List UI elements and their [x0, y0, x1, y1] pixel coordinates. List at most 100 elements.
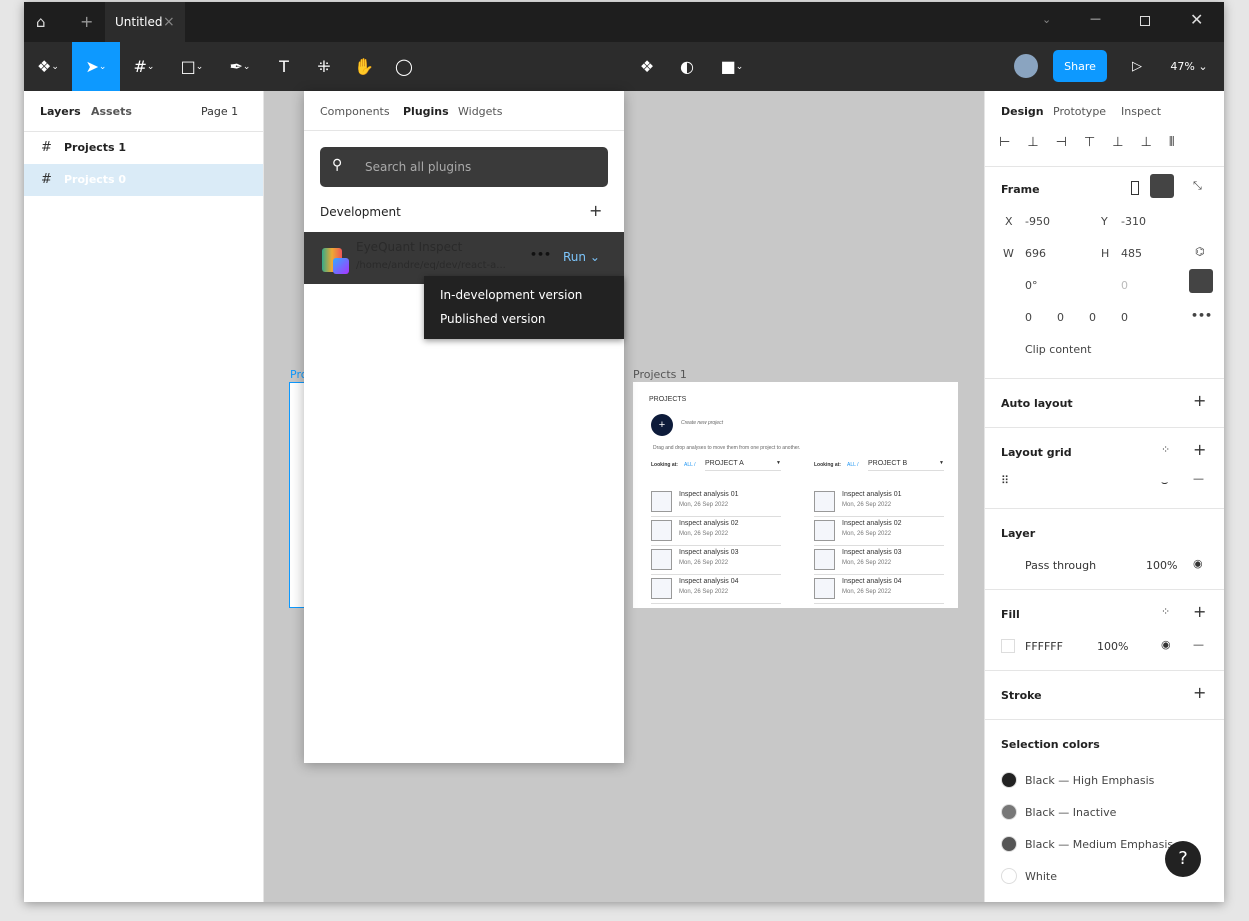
remove-icon[interactable]: — [1193, 638, 1204, 651]
fill-swatch[interactable] [1001, 639, 1015, 653]
search-plugins-input[interactable]: ⚲ Search all plugins [320, 147, 608, 187]
search-placeholder: Search all plugins [365, 160, 472, 174]
resources-icon[interactable]: ⁜ [304, 42, 344, 91]
home-icon[interactable]: ⌂ [36, 13, 46, 31]
project-name: PROJECT B [868, 460, 908, 467]
present-icon[interactable]: ▷ [1119, 42, 1155, 91]
layer-opacity-input[interactable]: 100% [1146, 559, 1177, 572]
analysis-thumbnail [814, 578, 835, 599]
tab-layers[interactable]: Layers [40, 105, 81, 118]
selection-color-item[interactable]: Black — High Emphasis [985, 768, 1224, 792]
close-window-icon[interactable]: ✕ [1190, 10, 1203, 29]
blend-mode-dropdown[interactable]: Pass through [1025, 559, 1096, 572]
close-tab-icon[interactable]: × [163, 14, 175, 30]
tab-untitled[interactable]: Untitled × [105, 2, 185, 42]
h-input[interactable]: 485 [1121, 247, 1142, 260]
w-input[interactable]: 696 [1025, 247, 1046, 260]
add-icon[interactable]: + [1193, 391, 1206, 410]
corner-input[interactable]: 0 [1025, 311, 1032, 324]
add-plugin-icon[interactable]: + [589, 201, 602, 220]
fill-opacity-input[interactable]: 100% [1097, 640, 1128, 653]
analysis-date: Mon, 26 Sep 2022 [679, 502, 729, 508]
tab-assets[interactable]: Assets [91, 105, 132, 118]
analysis-thumbnail [814, 549, 835, 570]
selection-color-item[interactable]: Black — Inactive [985, 800, 1224, 824]
create-project-button: + [651, 414, 673, 436]
tab-plugins[interactable]: Plugins [403, 105, 449, 118]
move-tool-icon[interactable]: ➤ ⌄ [72, 42, 120, 91]
boolean-icon[interactable]: ■ ⌄ [707, 42, 757, 91]
color-swatch [1001, 804, 1017, 820]
clip-content-checkbox[interactable]: Clip content [1025, 343, 1091, 356]
add-icon[interactable]: + [1193, 683, 1206, 702]
eye-icon[interactable]: ◉ [1161, 638, 1171, 651]
tab-design[interactable]: Design [1001, 105, 1044, 118]
styles-icon[interactable]: ⁘ [1161, 605, 1170, 618]
x-input[interactable]: -950 [1025, 215, 1050, 228]
tab-prototype[interactable]: Prototype [1053, 105, 1106, 118]
corner-input[interactable]: 0 [1089, 311, 1096, 324]
independent-corners-icon[interactable] [1189, 269, 1213, 293]
tab-components[interactable]: Components [320, 105, 390, 118]
styles-icon[interactable]: ⁘ [1161, 443, 1170, 456]
alignment-icons[interactable]: ⊢⊥⊣⊤⊥⊥⫴ [999, 135, 1191, 150]
run-dropdown[interactable]: Run ⌄ [563, 250, 600, 264]
menu-item-published[interactable]: Published version [440, 312, 546, 326]
help-button[interactable]: ? [1165, 841, 1201, 877]
maximize-icon[interactable] [1140, 16, 1150, 26]
add-icon[interactable]: + [1193, 602, 1206, 621]
add-icon[interactable]: + [1193, 440, 1206, 459]
rectangle-tool-icon[interactable]: □ ⌄ [168, 42, 216, 91]
analysis-item: Inspect analysis 01 Mon, 26 Sep 2022 [651, 488, 781, 517]
comment-tool-icon[interactable]: ◯ [384, 42, 424, 91]
analysis-item: Inspect analysis 04 Mon, 26 Sep 2022 [814, 575, 944, 604]
analysis-date: Mon, 26 Sep 2022 [679, 560, 729, 566]
chevron-down-icon[interactable]: ⌄ [1042, 13, 1051, 26]
hidden-eye-icon[interactable]: ⌣ [1161, 476, 1168, 490]
more-icon[interactable]: ••• [1191, 309, 1212, 322]
tab-inspect[interactable]: Inspect [1121, 105, 1161, 118]
page-selector[interactable]: Page 1 [201, 105, 238, 118]
rotation-input[interactable]: 0° [1025, 279, 1038, 292]
analysis-date: Mon, 26 Sep 2022 [679, 589, 729, 595]
constrain-proportions-icon[interactable]: ⌬ [1195, 245, 1205, 258]
resize-to-fit-icon[interactable]: ⤡ [1193, 179, 1202, 193]
avatar[interactable] [1014, 54, 1038, 78]
new-tab-button[interactable]: + [80, 12, 93, 31]
remove-icon[interactable]: — [1193, 472, 1204, 485]
layer-item-selected[interactable]: # Projects 0 [24, 164, 263, 196]
landscape-icon[interactable] [1150, 174, 1174, 198]
component-icon[interactable]: ❖ [627, 42, 667, 91]
corner-input[interactable]: 0 [1057, 311, 1064, 324]
layers-panel: Layers Assets Page 1 # Projects 1 # Proj… [24, 91, 264, 902]
y-input[interactable]: -310 [1121, 215, 1146, 228]
layer-title: Layer [1001, 527, 1036, 540]
hand-tool-icon[interactable]: ✋ [344, 42, 384, 91]
looking-at-label: Looking at: [814, 462, 841, 468]
radius-input[interactable]: 0 [1121, 279, 1128, 292]
tab-widgets[interactable]: Widgets [458, 105, 502, 118]
more-icon[interactable]: ••• [530, 248, 551, 261]
tab-title: Untitled [115, 15, 163, 29]
zoom-dropdown[interactable]: 47% ⌄ [1164, 42, 1214, 91]
text-tool-icon[interactable]: T [264, 42, 304, 91]
share-button[interactable]: Share [1053, 50, 1107, 82]
menu-item-in-development[interactable]: In-development version [440, 288, 582, 302]
analysis-title: Inspect analysis 04 [679, 578, 739, 585]
corner-input[interactable]: 0 [1121, 311, 1128, 324]
layer-item[interactable]: # Projects 1 [24, 132, 263, 164]
fill-hex-input[interactable]: FFFFFF [1025, 640, 1063, 653]
portrait-icon[interactable] [1131, 181, 1139, 195]
grid-icon[interactable]: ⠿ [1001, 474, 1009, 487]
analysis-item: Inspect analysis 04 Mon, 26 Sep 2022 [651, 575, 781, 604]
mask-icon[interactable]: ◐ [667, 42, 707, 91]
projects-frame[interactable]: PROJECTS + Create new project Drag and d… [633, 382, 958, 608]
eye-icon[interactable]: ◉ [1193, 557, 1203, 570]
minimize-icon[interactable]: — [1090, 12, 1101, 25]
analysis-item: Inspect analysis 03 Mon, 26 Sep 2022 [651, 546, 781, 575]
frame-label[interactable]: Projects 1 [633, 368, 687, 381]
analysis-title: Inspect analysis 02 [842, 520, 902, 527]
main-menu-icon[interactable]: ❖ ⌄ [24, 42, 72, 91]
pen-tool-icon[interactable]: ✒ ⌄ [216, 42, 264, 91]
frame-tool-icon[interactable]: # ⌄ [120, 42, 168, 91]
